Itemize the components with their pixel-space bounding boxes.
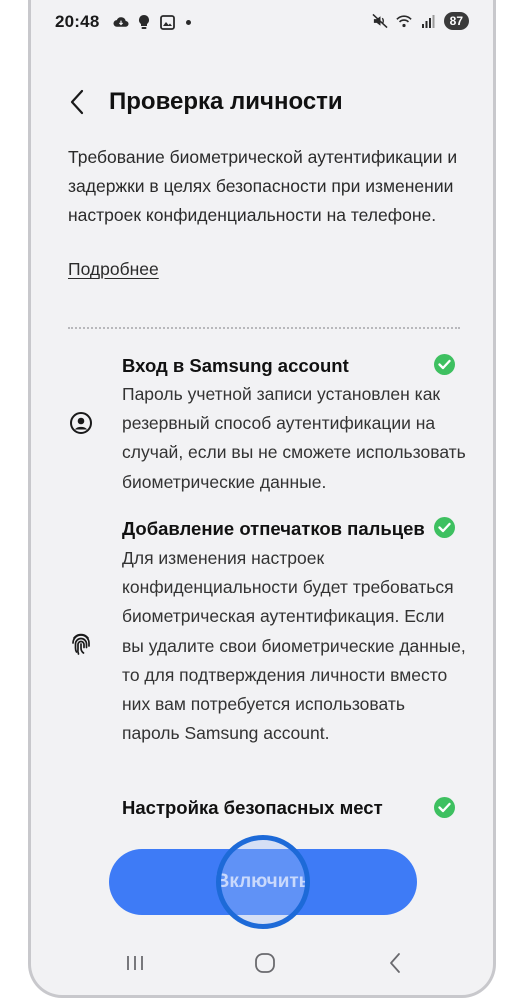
account-icon	[69, 411, 93, 435]
home-icon	[254, 952, 276, 979]
status-bar: 20:48 87	[31, 0, 493, 46]
check-icon	[434, 517, 455, 538]
back-button[interactable]	[59, 86, 95, 122]
signal-icon	[420, 13, 436, 29]
cloud-sync-icon	[113, 14, 129, 30]
learn-more-link[interactable]: Подробнее	[68, 259, 159, 280]
lightbulb-icon	[136, 14, 152, 30]
status-right-icons: 87	[372, 12, 469, 30]
fingerprint-icon	[69, 632, 93, 656]
item-description: Для изменения настроек конфиденциальност…	[122, 548, 466, 744]
chevron-left-icon	[69, 89, 85, 120]
page-title: Проверка личности	[109, 88, 343, 115]
item-description: Пароль учетной записи установлен как рез…	[122, 384, 466, 492]
dotted-divider	[68, 327, 460, 329]
item-title: Вход в Samsung account	[122, 355, 349, 376]
status-left-icons	[113, 14, 191, 30]
navigation-bar	[31, 935, 493, 995]
mute-icon	[372, 13, 388, 29]
battery-indicator: 87	[443, 12, 469, 30]
back-icon	[388, 952, 402, 979]
nav-back-button[interactable]	[379, 949, 411, 981]
tap-indicator	[216, 835, 310, 929]
check-icon	[434, 354, 455, 375]
item-title: Добавление отпечатков пальцев	[122, 518, 425, 539]
dot-icon	[186, 19, 191, 25]
image-icon	[159, 14, 175, 30]
check-icon	[434, 797, 455, 818]
wifi-icon	[395, 13, 412, 29]
phone-frame: 20:48 87 Проверка личности Требование би…	[28, 0, 496, 998]
recents-icon	[124, 954, 146, 977]
page-description: Требование биометрической аутентификации…	[68, 147, 458, 225]
item-title: Настройка безопасных мест	[122, 797, 383, 818]
recents-button[interactable]	[119, 949, 151, 981]
page-header: Проверка личности	[31, 80, 493, 128]
home-button[interactable]	[249, 949, 281, 981]
status-time: 20:48	[55, 12, 100, 31]
